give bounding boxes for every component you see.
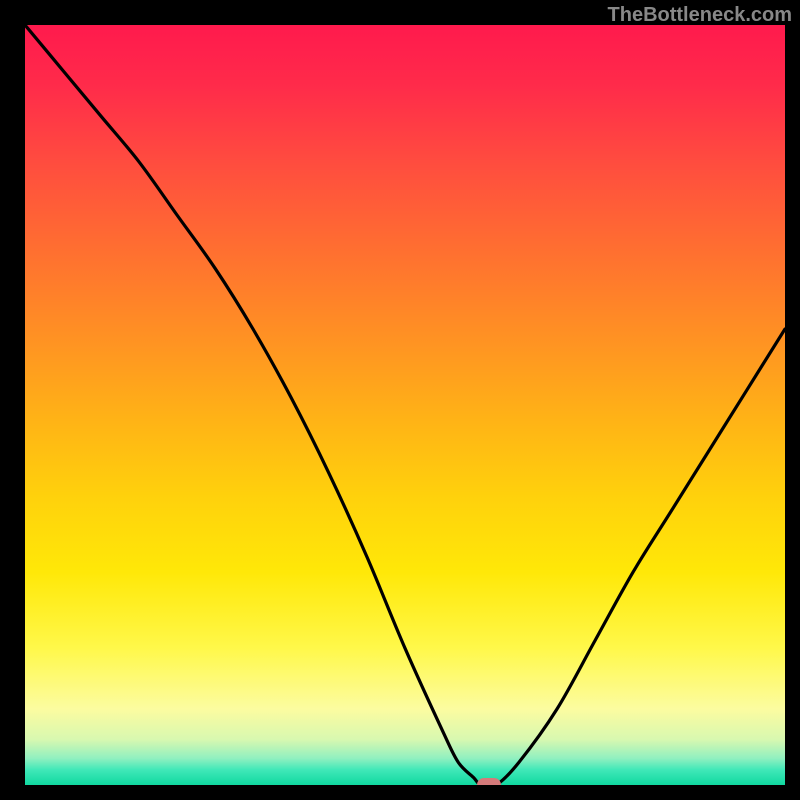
bottleneck-curve xyxy=(25,25,785,785)
optimal-point-marker xyxy=(477,778,501,785)
plot-area xyxy=(25,25,785,785)
watermark-text: TheBottleneck.com xyxy=(608,4,792,27)
